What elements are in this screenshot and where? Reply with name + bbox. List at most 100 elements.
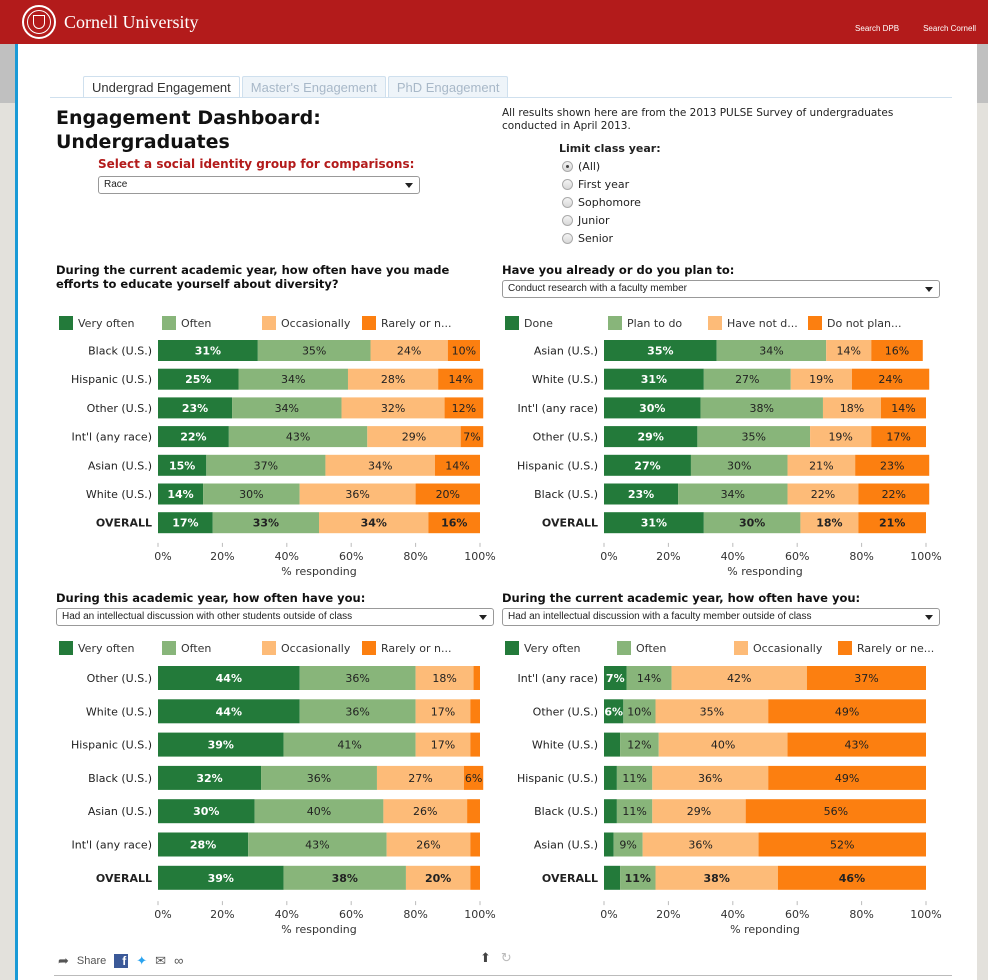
data-label: 29% [687,805,711,818]
chart3-svg: Other (U.S.) 44% 36% 18% White (U.S.) 44% 36% 1… [71,666,496,936]
x-tick-label: 40% [275,908,299,921]
data-label: 43% [286,431,310,444]
cornell-seal-icon [22,5,56,39]
data-label: 19% [809,373,833,386]
data-label: 12% [452,402,476,415]
chart4-activity-select[interactable]: Had an intellectual discussion with a fa… [502,608,940,626]
legend-label: Occasionally [753,641,823,655]
bar-segment-very-often[interactable] [604,865,621,890]
bar-segment-rarely-or-never[interactable] [467,799,480,824]
revert-icon[interactable]: ↻ [501,952,512,966]
chart3-activity-select[interactable]: Had an intellectual discussion with othe… [56,608,494,626]
tab-phd-engagement[interactable]: PhD Engagement [387,76,509,97]
data-label: 40% [307,805,331,818]
legend-item-often[interactable]: Often [162,316,211,330]
bar-segment-rarely-or-never[interactable] [470,865,480,890]
legend-item-very-often[interactable]: Very often [59,316,134,330]
twitter-icon[interactable]: ✦ [136,954,147,968]
legend-swatch [505,316,519,330]
radio-button[interactable] [562,232,573,244]
data-label: 18% [840,402,864,415]
legend-item-occasionally[interactable]: Occasionally [262,641,350,655]
legend-item-plan-to-do[interactable]: Plan to do [608,316,682,330]
legend-item-done[interactable]: Done [505,316,553,330]
legend-swatch [734,641,748,655]
email-icon[interactable]: ✉ [155,954,166,968]
data-label: 41% [337,739,361,752]
data-label: 38% [704,872,730,885]
category-label: White (U.S.) [86,488,152,501]
bar-segment-very-often[interactable] [604,799,617,824]
category-label: White (U.S.) [532,739,598,752]
search-dpb-link[interactable]: Search DPB [855,24,899,33]
tab-undergrad-engagement[interactable]: Undergrad Engagement [83,76,240,97]
radio-sophomore[interactable]: Sophomore [556,193,661,211]
legend-item-occasionally[interactable]: Occasionally [262,316,350,330]
chart2-svg: Asian (U.S.) 35% 34% 14% 16% White (U.S.) 31% 2… [517,340,942,578]
legend-item-very-often[interactable]: Very often [505,641,580,655]
radio-junior[interactable]: Junior [556,211,661,229]
cornell-logo[interactable]: Cornell University [22,5,198,39]
bar-segment-rarely-or-never[interactable] [470,832,480,857]
data-label: 33% [253,517,279,530]
radio-button[interactable] [562,196,573,208]
bar-segment-very-often[interactable] [604,832,614,857]
radio-all[interactable]: (All) [556,157,661,175]
x-tick-label: 80% [849,550,873,563]
data-label: 39% [208,872,234,885]
bar-segment-rarely-or-never[interactable] [470,699,480,724]
bar-segment-very-often[interactable] [604,765,617,790]
x-axis-title: % reponding [730,923,800,936]
search-cornell-link[interactable]: Search Cornell [923,24,976,33]
bar-segment-rarely-or-never[interactable] [470,732,480,757]
radio-button[interactable] [562,214,573,226]
data-label: 30% [239,488,263,501]
chart2-activity-select[interactable]: Conduct research with a faculty member [502,280,940,298]
x-tick-label: 0% [154,550,171,563]
legend-item-rarely-or-n[interactable]: Rarely or n... [362,316,451,330]
data-label: 34% [281,373,305,386]
legend-item-rarely-or-ne[interactable]: Rarely or ne... [838,641,934,655]
data-label: 42% [727,672,751,685]
data-label: 15% [169,459,195,472]
radio-senior[interactable]: Senior [556,229,661,247]
radio-first-year[interactable]: First year [556,175,661,193]
category-label: OVERALL [96,872,152,885]
tab-masters-engagement[interactable]: Master's Engagement [241,76,386,97]
link-icon[interactable]: ∞ [174,954,183,968]
x-tick-label: 40% [721,908,745,921]
bar-segment-very-often[interactable] [604,732,621,757]
legend-item-occasionally[interactable]: Occasionally [734,641,822,655]
bar-segment-rarely-or-never[interactable] [473,666,480,690]
radio-label: First year [578,177,630,191]
download-icon[interactable]: ⬆ [480,952,491,966]
legend-item-often[interactable]: Often [162,641,211,655]
data-label: 49% [835,705,859,718]
data-label: 44% [216,705,242,718]
facebook-icon[interactable]: f [114,954,129,968]
legend-swatch [505,641,519,655]
data-label: 36% [345,488,369,501]
share-arrow-icon[interactable]: ➦ [58,954,69,968]
legend-item-have-not-d[interactable]: Have not d... [708,316,798,330]
legend-label: Rarely or ne... [857,641,935,655]
category-label: Other (U.S.) [87,402,152,415]
group-select[interactable]: Race [98,176,420,194]
legend-item-very-often[interactable]: Very often [59,641,134,655]
radio-button[interactable] [562,160,573,172]
data-label: 28% [190,839,216,852]
x-tick-label: 20% [210,908,234,921]
share-label[interactable]: Share [77,955,106,967]
data-label: 24% [397,345,421,358]
data-label: 7% [606,672,625,685]
chevron-down-icon [479,615,487,620]
data-label: 27% [735,373,759,386]
legend-swatch [162,316,176,330]
legend-item-do-not-plan[interactable]: Do not plan... [808,316,901,330]
legend-item-rarely-or-n[interactable]: Rarely or n... [362,641,451,655]
radio-button[interactable] [562,178,573,190]
data-label: 29% [402,431,426,444]
legend-item-often[interactable]: Often [617,641,666,655]
category-label: Black (U.S.) [534,488,598,501]
category-label: Other (U.S.) [533,431,598,444]
